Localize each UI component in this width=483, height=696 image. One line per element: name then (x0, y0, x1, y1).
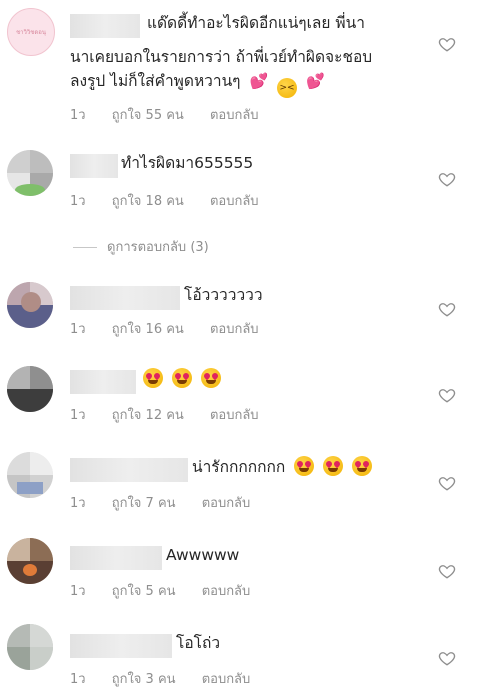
heart-eyes-emoji (323, 456, 344, 476)
comment-time: 1ว (70, 322, 86, 337)
heart-eyes-emoji (171, 368, 192, 388)
comment-meta: 1ว ถูกใจ 18 คน ตอบกลับ (70, 190, 281, 211)
comment-text: แด๊ดดี้ทำอะไรผิดอีกแน่ๆเลย พี่นา (147, 14, 365, 32)
avatar[interactable] (7, 624, 53, 670)
comment-meta: 1ว ถูกใจ 16 คน ตอบกลับ (70, 318, 281, 339)
view-replies-label: ดูการตอบกลับ (3) (107, 240, 209, 255)
comment-meta: 1ว ถูกใจ 12 คน ตอบกลับ (70, 404, 281, 425)
username-redacted[interactable] (70, 286, 180, 310)
heart-outline-icon[interactable] (438, 35, 456, 53)
divider-line (73, 247, 97, 248)
avatar[interactable] (7, 366, 53, 412)
username-redacted[interactable] (70, 14, 140, 38)
avatar[interactable] (7, 282, 53, 328)
reply-button[interactable]: ตอบกลับ (202, 492, 251, 513)
username-redacted[interactable] (70, 546, 162, 570)
comment-likes[interactable]: ถูกใจ 7 คน (112, 492, 176, 513)
heart-eyes-emoji (143, 368, 163, 388)
comment-text-value: น่ารักกกกกกก (192, 458, 286, 476)
reply-button[interactable]: ตอบกลับ (202, 668, 251, 689)
comment-text: Awwwww (166, 546, 240, 564)
avatar[interactable]: ชาวิวิชดอนุ (7, 8, 55, 56)
reply-button[interactable]: ตอบกลับ (210, 404, 259, 425)
heart-outline-icon[interactable] (438, 649, 456, 667)
heart-eyes-emoji (294, 456, 315, 476)
avatar[interactable] (7, 150, 53, 196)
comment-meta: 1ว ถูกใจ 7 คน ตอบกลับ (70, 492, 272, 513)
reply-button[interactable]: ตอบกลับ (210, 318, 259, 339)
comment-likes[interactable]: ถูกใจ 55 คน (112, 104, 184, 125)
username-redacted[interactable] (70, 634, 172, 658)
comment-text: ลงรูป ไม่ก็ใส่คำพูดหวานๆ (70, 72, 241, 90)
heart-outline-icon[interactable] (438, 474, 456, 492)
username-redacted[interactable] (70, 458, 188, 482)
comment-likes[interactable]: ถูกใจ 5 คน (112, 580, 176, 601)
reply-button[interactable]: ตอบกลับ (202, 580, 251, 601)
comment-text: ทำไรผิดมา655555 (121, 154, 254, 172)
comment-likes[interactable]: ถูกใจ 3 คน (112, 668, 176, 689)
comment-time: 1ว (70, 408, 86, 423)
comment-likes[interactable]: ถูกใจ 18 คน (112, 190, 184, 211)
comment-likes[interactable]: ถูกใจ 16 คน (112, 318, 184, 339)
heart-outline-icon[interactable] (438, 300, 456, 318)
heart-eyes-emoji (352, 456, 373, 476)
heart-outline-icon[interactable] (438, 386, 456, 404)
comment-meta: 1ว ถูกใจ 3 คน ตอบกลับ (70, 668, 272, 689)
two-hearts-emoji: 💕 (306, 72, 325, 90)
avatar[interactable] (7, 452, 53, 498)
comment-time: 1ว (70, 496, 86, 511)
comment-meta: 1ว ถูกใจ 55 คน ตอบกลับ (70, 104, 281, 125)
reply-button[interactable]: ตอบกลับ (210, 104, 259, 125)
comments-list: ชาวิวิชดอนุ แด๊ดดี้ทำอะไรผิดอีกแน่ๆเลย พ… (0, 0, 483, 696)
heart-eyes-emoji (200, 368, 221, 388)
comment-text: น่ารักกกกกกก (192, 456, 373, 479)
avatar-caption: ชาวิวิชดอนุ (16, 29, 46, 36)
avatar[interactable] (7, 538, 53, 584)
username-redacted[interactable] (70, 370, 136, 394)
comment-text-last: ลงรูป ไม่ก็ใส่คำพูดหวานๆ 💕 >< 💕 (70, 70, 325, 98)
reply-button[interactable]: ตอบกลับ (210, 190, 259, 211)
squinting-tongue-emoji: >< (277, 78, 298, 98)
username-redacted[interactable] (70, 154, 118, 178)
heart-outline-icon[interactable] (438, 170, 456, 188)
two-hearts-emoji: 💕 (249, 72, 269, 90)
heart-outline-icon[interactable] (438, 562, 456, 580)
comment-text: โอโถ่ว (176, 634, 221, 652)
view-replies-link[interactable]: ดูการตอบกลับ (3) (73, 236, 209, 257)
comment-text: นาเคยบอกในรายการว่า ถ้าพี่เวย์ทำผิดจะชอบ (70, 48, 373, 66)
comment-time: 1ว (70, 672, 86, 687)
comment-meta: 1ว ถูกใจ 5 คน ตอบกลับ (70, 580, 272, 601)
comment-time: 1ว (70, 194, 86, 209)
comment-text: โอ้ววววววว (184, 286, 263, 304)
comment-likes[interactable]: ถูกใจ 12 คน (112, 404, 184, 425)
comment-text (139, 368, 221, 391)
comment-time: 1ว (70, 108, 86, 123)
comment-time: 1ว (70, 584, 86, 599)
